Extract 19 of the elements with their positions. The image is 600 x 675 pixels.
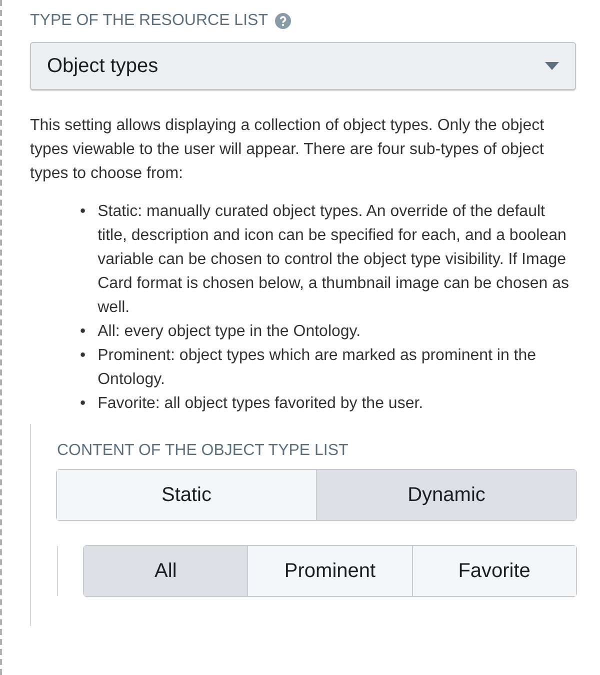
filter-tab[interactable]: All [84, 546, 248, 596]
bullet: • [80, 322, 86, 342]
description-text: This setting allows displaying a collection of object types. Only the object types viewable to the user will appear. There are four sub-types of object types to choose from: [30, 116, 546, 184]
filter-tab[interactable]: Prominent [247, 546, 412, 596]
caret-icon [545, 62, 559, 70]
subtype-item: Prominent: object types which are marked as prominent in the Ontology. [98, 346, 538, 390]
bullet: • [80, 346, 86, 366]
type-dropdown[interactable]: Object types [30, 42, 576, 90]
subtype-item: Favorite: all object types favorited by the user. [98, 394, 424, 414]
bullet: • [80, 202, 86, 222]
section-label: CONTENT OF THE OBJECT TYPE LIST [57, 442, 350, 460]
filter-tab[interactable]: Favorite [412, 546, 576, 596]
help-icon[interactable] [274, 13, 291, 29]
subtype-item: Static: manually curated object types. An override of the default title, description and icon can be specified for each, and a boolean variable can be chosen to control the object type visibility. If Image Card format is chosen below, a thumbnail image can be chosen as well. [98, 202, 570, 318]
bullet: • [80, 394, 86, 414]
mode-tab[interactable]: Dynamic [316, 470, 576, 520]
subtype-item: All: every object type in the Ontology. [98, 322, 361, 342]
mode-tab[interactable]: Static [57, 470, 316, 520]
section-label: TYPE OF THE RESOURCE LIST [30, 12, 268, 30]
